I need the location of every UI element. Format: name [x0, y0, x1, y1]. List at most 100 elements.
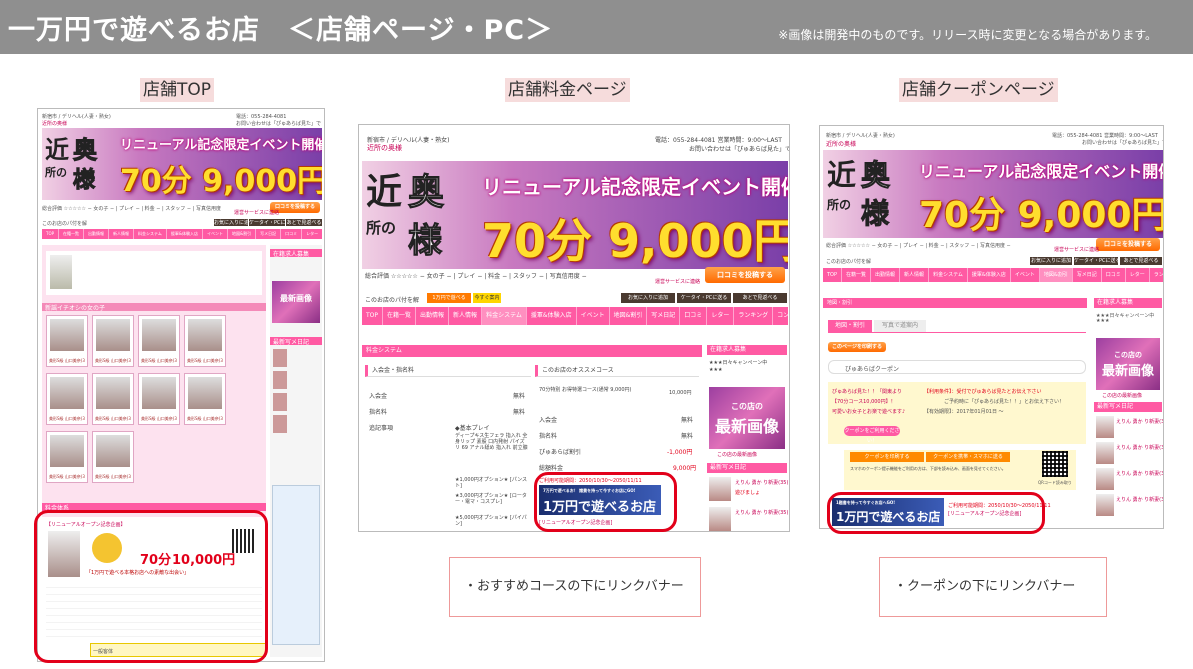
- nav-item-girls[interactable]: 在籍一覧: [59, 229, 85, 239]
- nav-item-map[interactable]: 地図&割引: [228, 229, 257, 239]
- nav-item-girls[interactable]: 在籍一覧: [383, 307, 417, 325]
- banner-renewal-text: リニューアル記念限定イベント開催: [919, 162, 1163, 181]
- girl-thumb[interactable]: 美形S級 山口美奈(30): [184, 373, 226, 425]
- nav-item-event[interactable]: イベント: [203, 229, 229, 239]
- girl-thumb[interactable]: 美形S級 山口美奈(30): [138, 373, 180, 425]
- diary-title[interactable]: えりん 勇か り新妻(35): [1116, 444, 1163, 451]
- post-review-button[interactable]: 口コミを投稿する: [1096, 238, 1160, 251]
- diary-thumb[interactable]: [273, 393, 287, 411]
- newest-image-banner[interactable]: 最新画像: [272, 281, 320, 323]
- nav-item-letter[interactable]: レター: [302, 229, 322, 239]
- coupon-get-button[interactable]: クーポンをご利用ください！: [844, 426, 900, 444]
- service-link[interactable]: 運営サービスに連絡: [234, 209, 279, 216]
- diary-title[interactable]: えりん 勇か り新妻(35): [735, 479, 788, 486]
- service-link[interactable]: 運営サービスに連絡: [655, 278, 700, 285]
- nav-item-schedule[interactable]: 出勤情報: [871, 268, 901, 282]
- add-favorite-button[interactable]: お気に入りに追加: [214, 219, 248, 226]
- nav-item-new[interactable]: 新人情報: [109, 229, 135, 239]
- newest-image-banner[interactable]: この店の 最新画像: [1096, 338, 1160, 390]
- coupon-body: ぴゅあらば見た！！「関東より 【70分コース10,000円】！ 可愛いお女子とお…: [828, 382, 1086, 444]
- diary-thumb[interactable]: [709, 477, 731, 501]
- highlight-ring-price: [534, 472, 677, 532]
- highlight-ring-top: [34, 510, 268, 663]
- newest-image-banner[interactable]: この店の 最新画像: [709, 387, 785, 449]
- nav-item-recruit[interactable]: 援軍&体験入店: [527, 307, 577, 325]
- girl-thumb[interactable]: 美形S級 山口美奈(30): [138, 315, 180, 367]
- nav-item-schedule[interactable]: 出勤情報: [416, 307, 450, 325]
- course-row-label: ぴゅあらば割引: [539, 449, 582, 456]
- new-girls-heading: 新謡イチオシの女の子: [42, 303, 266, 311]
- nav-item-event[interactable]: イベント: [1011, 268, 1040, 282]
- nav-item-diary[interactable]: 写メ日記: [1073, 268, 1102, 282]
- send-coupon-button[interactable]: クーポンを携帯・スマホに送る: [926, 452, 1010, 462]
- nav-item-recruit[interactable]: 援軍&体験入店: [968, 268, 1011, 282]
- nav-item-girls[interactable]: 在籍一覧: [842, 268, 872, 282]
- nav-item-schedule[interactable]: 出勤情報: [84, 229, 110, 239]
- nav-item-top[interactable]: TOP: [823, 268, 843, 282]
- print-page-button[interactable]: このページを印刷する: [828, 342, 886, 352]
- nav-item-event[interactable]: イベント: [577, 307, 610, 325]
- newest-image-link[interactable]: この店の最新画像: [1102, 392, 1142, 399]
- girl-thumb[interactable]: 美形S級 山口美奈(30): [46, 373, 88, 425]
- nav-item-ranking[interactable]: ランキング: [1150, 268, 1163, 282]
- view-later-button[interactable]: あとで見返べる: [286, 219, 322, 226]
- diary-title[interactable]: えりん 勇か り新妻(35): [735, 509, 788, 516]
- diary-thumb[interactable]: [709, 507, 731, 531]
- nav-item-contents[interactable]: コンテンツ: [773, 307, 788, 325]
- nav-item-map[interactable]: 地図&割引: [610, 307, 648, 325]
- nav-item-recruit[interactable]: 援軍&体験入店: [167, 229, 204, 239]
- nav-item-ranking[interactable]: ランキング: [734, 307, 774, 325]
- diary-thumb[interactable]: [273, 349, 287, 367]
- banner-kanji: 奥: [73, 135, 98, 165]
- nav-item-review[interactable]: 口コミ: [680, 307, 708, 325]
- course-row-value: -1,000円: [667, 449, 693, 456]
- nav-item-review[interactable]: 口コミ: [1102, 268, 1126, 282]
- add-favorite-button[interactable]: お気に入りに追加: [1030, 257, 1072, 265]
- girl-thumb[interactable]: 美形S級 山口美奈(30): [184, 315, 226, 367]
- send-mobile-button[interactable]: ケータイ・PCに送る: [249, 219, 285, 226]
- girl-thumb[interactable]: 美形S級 山口美奈(30): [46, 431, 88, 483]
- send-mobile-button[interactable]: ケータイ・PCに送る: [677, 293, 731, 303]
- service-link[interactable]: 運営サービスに連絡: [1054, 246, 1099, 253]
- girl-thumb[interactable]: 美形S級 山口美奈(30): [92, 315, 134, 367]
- view-later-button[interactable]: あとで見返べる: [1120, 257, 1162, 265]
- nav-item-price[interactable]: 料金システム: [929, 268, 968, 282]
- diary-thumb[interactable]: [273, 415, 287, 433]
- print-coupon-button[interactable]: クーポンを印刷する: [850, 452, 924, 462]
- diary-thumb[interactable]: [1096, 468, 1114, 490]
- nav-item-review[interactable]: 口コミ: [281, 229, 303, 239]
- girl-thumb[interactable]: 美形S級 山口美奈(30): [46, 315, 88, 367]
- section-label-coupon: 店舗クーポンページ: [899, 78, 1058, 102]
- nav-item-top[interactable]: TOP: [42, 229, 60, 239]
- nav-item-price[interactable]: 料金システム: [134, 229, 167, 239]
- diary-thumb[interactable]: [1096, 442, 1114, 464]
- diary-thumb[interactable]: [273, 371, 287, 389]
- view-later-button[interactable]: あとで見返べる: [733, 293, 787, 303]
- fee-label: 追記事項: [369, 425, 394, 432]
- nav-item-diary[interactable]: 写メ日記: [256, 229, 282, 239]
- diary-title[interactable]: えりん 勇か り新妻(35): [1116, 418, 1163, 425]
- nav-item-letter[interactable]: レター: [707, 307, 735, 325]
- tab-map[interactable]: 地図・割引: [828, 320, 872, 332]
- nav-item-new[interactable]: 新人情報: [900, 268, 930, 282]
- course-row-value: 無料: [681, 417, 694, 424]
- nav-item-diary[interactable]: 写メ日記: [647, 307, 681, 325]
- breadcrumb: 新宿市 / デリヘル(人妻・熟女): [826, 133, 895, 139]
- diary-thumb[interactable]: [1096, 494, 1114, 516]
- nav-item-map[interactable]: 地図&割引: [1039, 268, 1073, 282]
- nav-item-top[interactable]: TOP: [362, 307, 384, 325]
- diary-thumb[interactable]: [1096, 416, 1114, 438]
- tab-photo-guide[interactable]: 写真で道案内: [874, 320, 926, 332]
- diary-title[interactable]: えりん 勇か り新妻(35): [1116, 470, 1163, 477]
- nav-item-new[interactable]: 新人情報: [449, 307, 483, 325]
- newest-image-link[interactable]: この店の最新画像: [717, 451, 757, 458]
- intro-photo: [50, 255, 72, 289]
- post-review-button[interactable]: 口コミを投稿する: [705, 267, 785, 283]
- diary-title[interactable]: えりん 勇か り新妻(35): [1116, 496, 1163, 503]
- nav-item-letter[interactable]: レター: [1126, 268, 1150, 282]
- nav-item-price[interactable]: 料金システム: [482, 307, 527, 325]
- add-favorite-button[interactable]: お気に入りに追加: [621, 293, 675, 303]
- girl-thumb[interactable]: 美形S級 山口美奈(30): [92, 373, 134, 425]
- send-mobile-button[interactable]: ケータイ・PCに送る: [1074, 257, 1118, 265]
- girl-thumb[interactable]: 美形S級 山口美奈(30): [92, 431, 134, 483]
